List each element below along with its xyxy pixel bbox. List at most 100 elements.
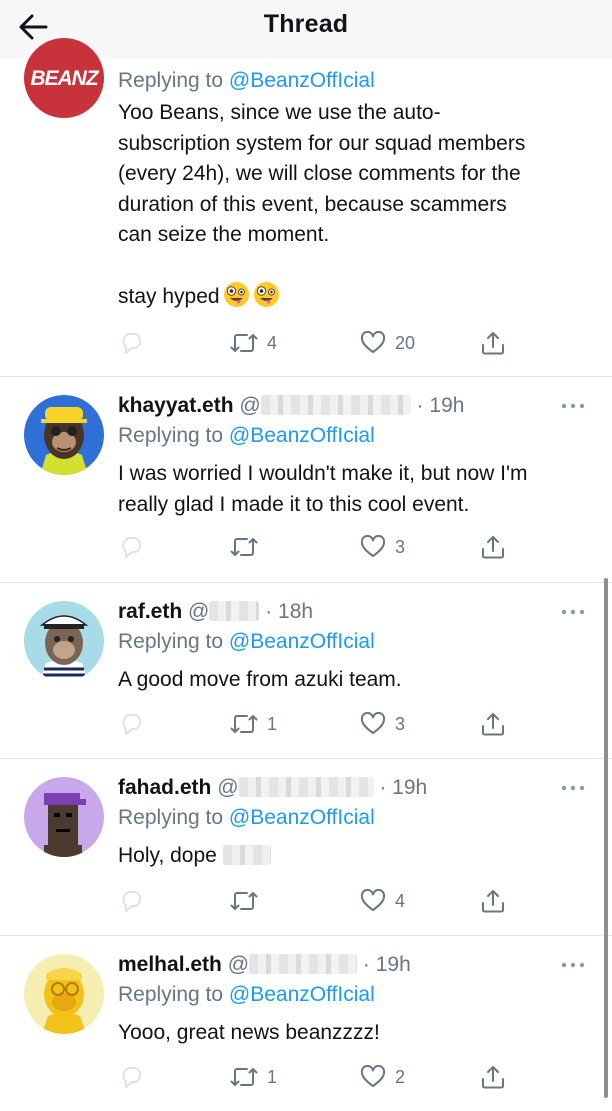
username[interactable]: @ [217,776,238,799]
retweet-button[interactable]: 4 [230,328,277,358]
tweet-text: A good move from azuki team. [118,668,402,691]
ape-avatar-image [42,968,86,1034]
retweet-count: 1 [267,713,278,734]
display-name[interactable]: melhal.eth [118,953,222,976]
tweet[interactable]: BEANZ Replying to @BeanzOffIcial Yoo Bea… [0,38,612,377]
retweet-icon [230,715,258,733]
like-count: 20 [395,332,416,353]
like-button[interactable]: 3 [360,709,405,739]
replying-to: Replying to @BeanzOffIcial [118,630,375,653]
timestamp[interactable]: · 19h [363,953,411,976]
like-count: 3 [395,536,406,557]
reply-button[interactable] [120,532,146,562]
replying-to: Replying to @BeanzOffIcial [118,69,375,92]
avatar[interactable] [24,954,104,1034]
retweet-icon [230,334,258,352]
timestamp[interactable]: · 18h [265,600,313,623]
avatar[interactable] [24,777,104,857]
scrollbar[interactable] [604,578,608,1098]
mention-link[interactable]: @BeanzOffIcial [229,630,375,653]
reply-icon [122,714,142,735]
share-button[interactable] [480,328,506,358]
avatar[interactable] [24,601,104,681]
mention-link[interactable]: @BeanzOffIcial [229,424,375,447]
mention-link[interactable]: @BeanzOffIcial [229,806,375,829]
share-icon [482,332,504,355]
reply-icon [122,1067,142,1088]
share-button[interactable] [480,532,506,562]
share-icon [482,890,504,913]
tweet-header: raf.eth @ · 18h [118,597,598,627]
tweet[interactable]: melhal.eth @ · 19h Replying to @BeanzOff… [0,936,612,1111]
retweet-button[interactable]: 1 [230,1062,277,1092]
more-icon[interactable] [560,402,586,410]
avatar[interactable] [24,395,104,475]
like-button[interactable]: 3 [360,532,405,562]
share-icon [482,713,504,736]
share-icon [482,1066,504,1089]
tweet-header: melhal.eth @ · 19h [118,950,598,980]
zany-face-emoji [223,281,250,318]
retweet-button[interactable] [230,532,267,562]
retweet-button[interactable]: 1 [230,709,277,739]
tweet-actions: 4 20 [118,328,518,358]
redacted-username [209,601,260,621]
tweet-text: Yoo Beans, since we use the auto- subscr… [118,98,598,318]
retweet-icon [230,892,258,910]
tweet-text: Holy, dope [118,841,598,872]
retweet-icon [230,1068,258,1086]
like-icon [360,889,386,911]
redacted-username [260,395,411,415]
tweet-text: Yooo, great news beanzzzz! [118,1021,380,1044]
display-name[interactable]: khayyat.eth [118,394,234,417]
reply-button[interactable] [120,886,146,916]
tweet[interactable]: khayyat.eth @ · 19h Replying to @BeanzOf… [0,377,612,583]
more-icon[interactable] [560,784,586,792]
tweet-actions: 1 3 [118,709,518,739]
tweet-header: khayyat.eth @ · 19h [118,391,598,421]
redacted-username [249,954,358,974]
like-button[interactable]: 4 [360,886,405,916]
replying-to: Replying to @BeanzOffIcial [118,424,375,447]
retweet-count: 1 [267,1066,278,1087]
share-button[interactable] [480,1062,506,1092]
reply-icon [122,333,142,354]
mention-link[interactable]: @BeanzOffIcial [229,69,375,92]
like-button[interactable]: 2 [360,1062,405,1092]
retweet-button[interactable] [230,886,267,916]
tweet[interactable]: raf.eth @ · 18h Replying to @BeanzOffIci… [0,583,612,759]
more-icon[interactable] [560,961,586,969]
username[interactable]: @ [239,394,260,417]
ape-avatar-image [39,615,89,681]
beanz-logo: BEANZ [30,67,98,90]
tweet[interactable]: fahad.eth @ · 19h Replying to @BeanzOffI… [0,759,612,936]
reply-button[interactable] [120,709,146,739]
timestamp[interactable]: · 19h [417,394,465,417]
like-count: 3 [395,713,406,734]
avatar[interactable]: BEANZ [24,38,104,118]
share-button[interactable] [480,886,506,916]
redacted-emoji [222,845,271,865]
display-name[interactable]: raf.eth [118,600,182,623]
mention-link[interactable]: @BeanzOffIcial [229,983,375,1006]
like-icon [360,712,386,734]
username[interactable]: @ [228,953,249,976]
reply-button[interactable] [120,1062,146,1092]
page-title: Thread [263,10,349,38]
ape-avatar-image [40,407,88,475]
retweet-icon [230,538,258,556]
reply-button[interactable] [120,328,146,358]
retweet-count: 4 [267,332,278,353]
more-icon[interactable] [560,608,586,616]
display-name[interactable]: fahad.eth [118,776,211,799]
share-button[interactable] [480,709,506,739]
reply-icon [122,537,142,558]
like-button[interactable]: 20 [360,328,415,358]
tweet-header: fahad.eth @ · 19h [118,773,598,803]
timestamp[interactable]: · 19h [379,776,427,799]
replying-to: Replying to @BeanzOffIcial [118,983,375,1006]
tweet-actions: 1 2 [118,1062,518,1092]
username[interactable]: @ [188,600,209,623]
zany-face-emoji [253,281,280,318]
tweet-text: I was worried I wouldn't make it, but no… [118,462,528,516]
